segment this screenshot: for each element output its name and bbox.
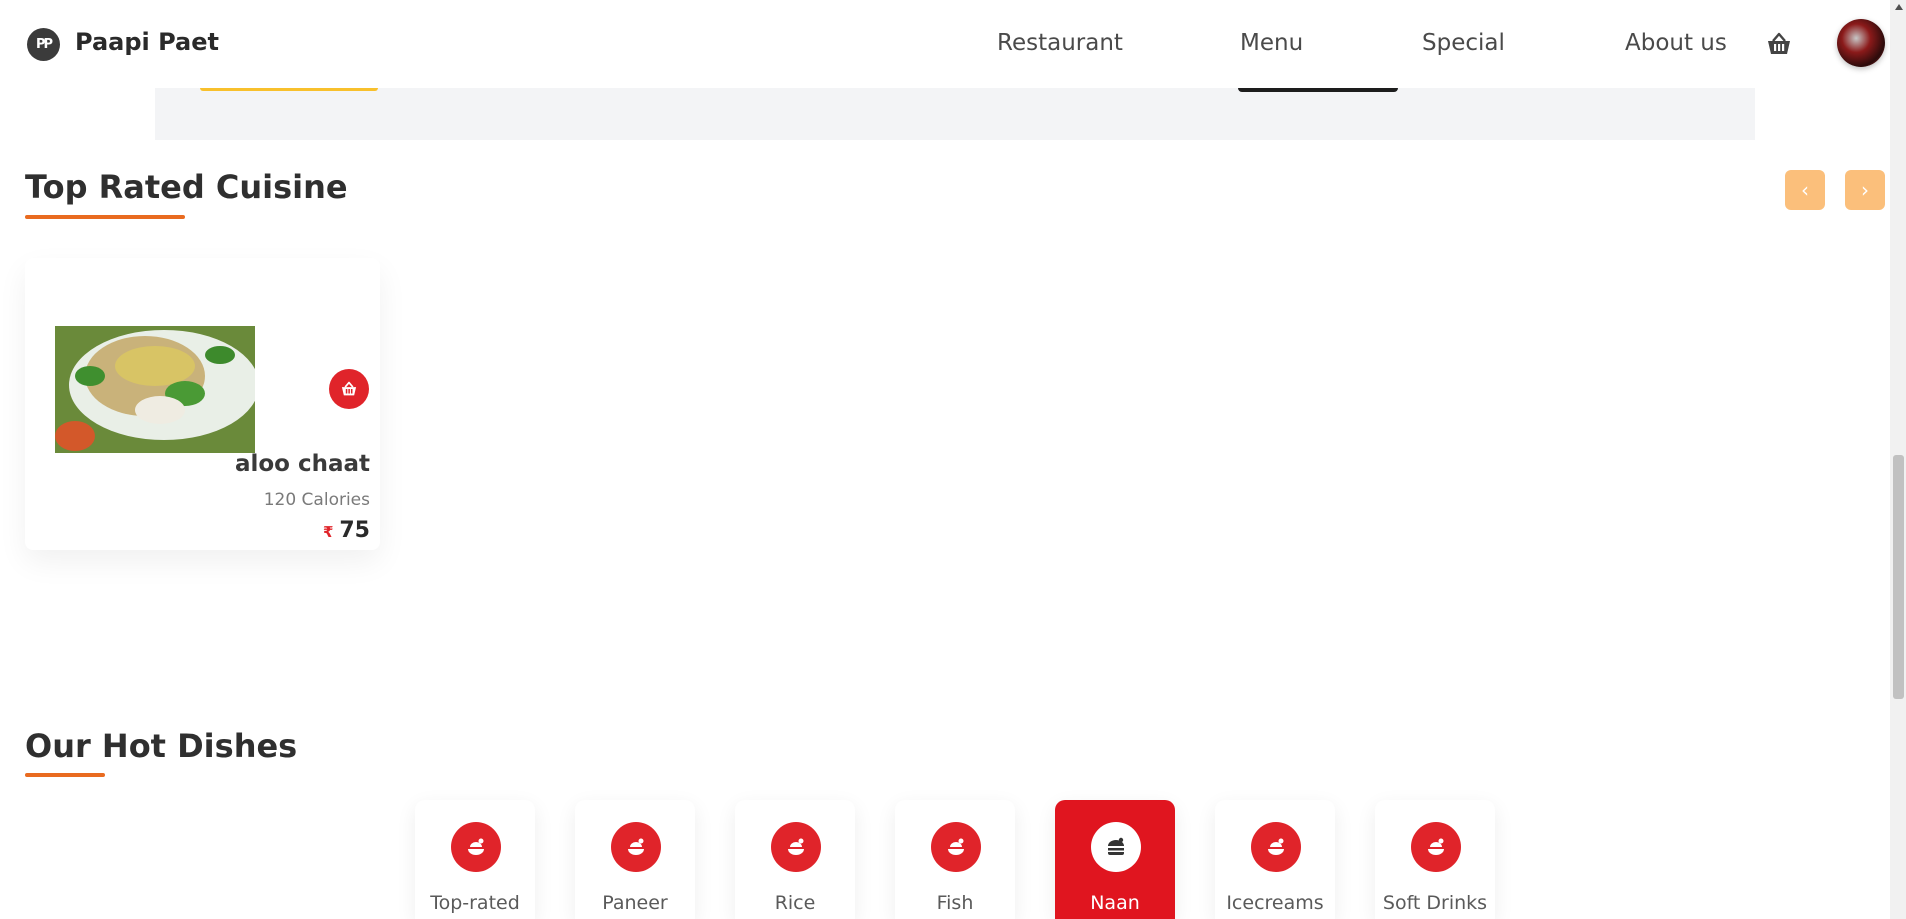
food-icon [1411, 822, 1461, 872]
category-paneer[interactable]: Paneer [575, 800, 695, 919]
category-label: Naan [1090, 892, 1140, 914]
add-to-cart-button[interactable] [329, 369, 369, 409]
carousel-prev-button[interactable]: ‹ [1785, 170, 1825, 210]
scrollbar-thumb[interactable] [1893, 455, 1904, 699]
category-top-rated[interactable]: Top-rated [415, 800, 535, 919]
nav-menu[interactable]: Menu [1240, 30, 1303, 56]
basket-icon[interactable] [1765, 32, 1793, 56]
nav-restaurant[interactable]: Restaurant [997, 30, 1123, 56]
price-value: 75 [339, 518, 370, 543]
top-rated-underline [25, 215, 185, 219]
category-fish[interactable]: Fish [895, 800, 1015, 919]
logo-icon[interactable]: PP [27, 28, 60, 61]
food-icon [771, 822, 821, 872]
dish-name: aloo chaat [234, 451, 370, 477]
category-label: Top-rated [430, 892, 520, 914]
category-label: Rice [774, 892, 816, 914]
food-icon [611, 822, 661, 872]
burger-icon [1091, 822, 1141, 872]
previous-section-band [155, 88, 1755, 140]
brand-name[interactable]: Paapi Paet [75, 28, 219, 56]
category-label: Soft Drinks [1382, 892, 1488, 914]
hot-dishes-underline [25, 773, 105, 777]
category-label: Fish [936, 892, 974, 914]
category-rice[interactable]: Rice [735, 800, 855, 919]
logo-letters: PP [35, 37, 53, 52]
dish-image [55, 326, 255, 453]
category-soft-drinks[interactable]: Soft Drinks [1375, 800, 1495, 919]
site-header: PP Paapi Paet Restaurant Menu Special Ab… [0, 0, 1890, 88]
food-icon [1251, 822, 1301, 872]
scroll-up-arrow-icon[interactable] [1895, 4, 1903, 10]
category-label: Paneer [602, 892, 668, 914]
food-icon [451, 822, 501, 872]
carousel-next-button[interactable]: › [1845, 170, 1885, 210]
basket-icon [341, 381, 357, 396]
top-rated-title: Top Rated Cuisine [25, 168, 348, 206]
nav-about-us[interactable]: About us [1625, 30, 1727, 56]
hot-dishes-title: Our Hot Dishes [25, 727, 298, 765]
user-avatar[interactable] [1837, 19, 1885, 67]
food-icon [931, 822, 981, 872]
band-accent-dark [1238, 88, 1398, 92]
dish-price: ₹75 [323, 518, 370, 543]
currency-symbol: ₹ [322, 523, 334, 541]
nav-special[interactable]: Special [1422, 30, 1505, 56]
category-label: Icecreams [1226, 892, 1324, 914]
dish-calories: 120 Calories [263, 490, 370, 510]
band-accent-yellow [200, 88, 378, 91]
category-icecreams[interactable]: Icecreams [1215, 800, 1335, 919]
category-naan[interactable]: Naan [1055, 800, 1175, 919]
